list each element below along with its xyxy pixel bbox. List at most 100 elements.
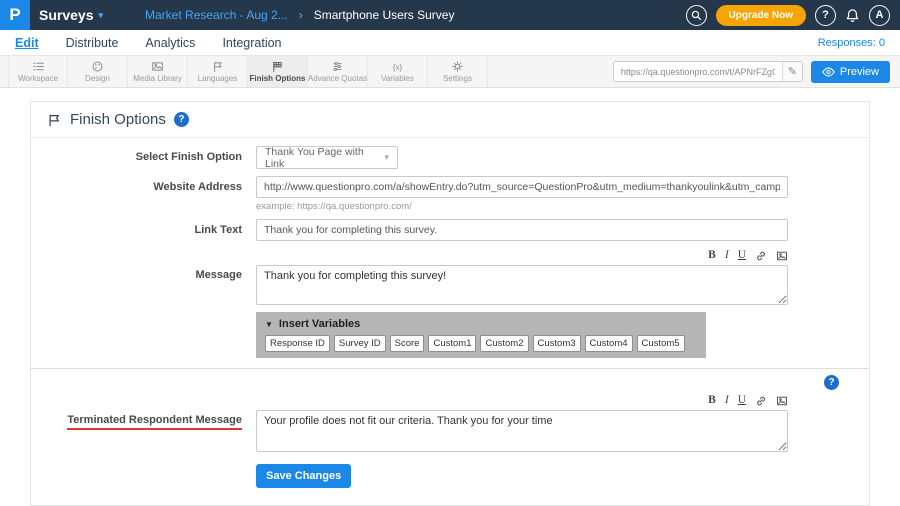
survey-url-input[interactable] xyxy=(614,62,782,81)
eye-icon xyxy=(822,67,835,77)
terminated-help-icon[interactable]: ? xyxy=(824,375,839,390)
top-bar: P Surveys ▾ Market Research - Aug 2... ›… xyxy=(0,0,900,30)
variable-button-custom2[interactable]: Custom2 xyxy=(480,335,528,352)
survey-url-box: ✎ xyxy=(613,61,803,82)
preview-label: Preview xyxy=(840,66,879,78)
design-icon xyxy=(91,60,104,73)
page-title: Finish Options xyxy=(70,111,166,128)
toolbar-right: ✎ Preview xyxy=(613,56,900,87)
page-content: Finish Options ? Select Finish Option Th… xyxy=(0,88,900,506)
italic-button[interactable]: I xyxy=(725,395,729,407)
toolbar-item-label: Variables xyxy=(381,74,414,83)
responses-count: Responses: 0 xyxy=(818,37,885,49)
terminated-message-textarea[interactable]: Your profile does not fit our criteria. … xyxy=(256,410,788,452)
surveys-product-menu[interactable]: Surveys ▾ xyxy=(39,7,103,23)
card-header: Finish Options ? xyxy=(31,102,869,138)
toolbar-item-media-library[interactable]: Media Library xyxy=(128,56,188,87)
link-text-input[interactable] xyxy=(256,219,788,241)
toolbar-item-design[interactable]: Design xyxy=(68,56,128,87)
toolbar-item-languages[interactable]: Languages xyxy=(188,56,248,87)
questionpro-logo[interactable]: P xyxy=(0,0,30,30)
toolbar-item-label: Workspace xyxy=(18,74,58,83)
breadcrumb: Market Research - Aug 2... › Smartphone … xyxy=(145,8,454,22)
advance-quotas-icon xyxy=(331,60,344,73)
toolbar-item-finish-options[interactable]: Finish Options xyxy=(248,56,308,87)
finish-options-card: Finish Options ? Select Finish Option Th… xyxy=(30,101,870,506)
help-button[interactable]: ? xyxy=(815,5,836,26)
edit-url-pencil-icon[interactable]: ✎ xyxy=(782,62,802,81)
finish-options-icon xyxy=(271,60,284,73)
link-text-label: Link Text xyxy=(31,219,256,236)
message-textarea[interactable]: Thank you for completing this survey! xyxy=(256,265,788,305)
edit-toolbar: Workspace Design Media Library Languages xyxy=(0,56,900,88)
terminated-message-row: Terminated Respondent Message B I U xyxy=(31,393,869,457)
variables-icon: {x} xyxy=(391,60,404,73)
insert-variables-toggle[interactable]: ▼ Insert Variables xyxy=(265,318,697,330)
svg-text:{x}: {x} xyxy=(393,63,403,72)
tab-integration[interactable]: Integration xyxy=(222,36,281,50)
website-address-label: Website Address xyxy=(31,176,256,193)
breadcrumb-separator: › xyxy=(299,8,303,22)
finish-options-form: Select Finish Option Thank You Page with… xyxy=(31,138,869,498)
toolbar-item-workspace[interactable]: Workspace xyxy=(8,56,68,87)
topbar-actions: Upgrade Now ? A xyxy=(686,5,900,26)
toolbar-item-label: Finish Options xyxy=(250,74,306,83)
message-row: Message B I U xyxy=(31,248,869,358)
variable-button-custom4[interactable]: Custom4 xyxy=(585,335,633,352)
underline-button[interactable]: U xyxy=(738,395,746,407)
notifications-bell-icon[interactable] xyxy=(845,8,860,23)
toolbar-item-advance-quotas[interactable]: Advance Quotas xyxy=(308,56,368,87)
select-finish-option-row: Select Finish Option Thank You Page with… xyxy=(31,146,869,169)
insert-variables-buttons: Response ID Survey ID Score Custom1 Cust… xyxy=(265,335,697,352)
search-icon xyxy=(691,10,702,21)
select-finish-option-label: Select Finish Option xyxy=(31,146,256,163)
website-address-example: example: https://qa.questionpro.com/ xyxy=(256,201,788,212)
save-changes-button[interactable]: Save Changes xyxy=(256,464,351,488)
avatar[interactable]: A xyxy=(869,5,890,26)
toolbar-item-settings[interactable]: Settings xyxy=(428,56,488,87)
link-text-row: Link Text xyxy=(31,219,869,241)
tab-analytics[interactable]: Analytics xyxy=(145,36,195,50)
insert-variables-panel: ▼ Insert Variables Response ID Survey ID… xyxy=(256,312,706,358)
variable-button-custom3[interactable]: Custom3 xyxy=(533,335,581,352)
upgrade-now-button[interactable]: Upgrade Now xyxy=(716,5,806,26)
italic-button[interactable]: I xyxy=(725,250,729,262)
finish-option-select[interactable]: Thank You Page with Link ▾ xyxy=(256,146,398,169)
link-icon[interactable] xyxy=(755,250,767,262)
caret-down-icon: ▼ xyxy=(265,320,273,329)
bold-button[interactable]: B xyxy=(708,250,716,262)
toolbar-item-label: Media Library xyxy=(133,74,181,83)
bold-button[interactable]: B xyxy=(708,395,716,407)
variable-button-survey-id[interactable]: Survey ID xyxy=(334,335,386,352)
variable-button-custom5[interactable]: Custom5 xyxy=(637,335,685,352)
tab-bar: Edit Distribute Analytics Integration Re… xyxy=(0,30,900,56)
toolbar-item-variables[interactable]: {x} Variables xyxy=(368,56,428,87)
terminated-message-label: Terminated Respondent Message xyxy=(67,414,242,430)
toolbar-item-label: Languages xyxy=(198,74,238,83)
finish-options-help-icon[interactable]: ? xyxy=(174,112,189,127)
underline-button[interactable]: U xyxy=(738,250,746,262)
variable-button-response-id[interactable]: Response ID xyxy=(265,335,330,352)
variable-button-score[interactable]: Score xyxy=(390,335,425,352)
breadcrumb-survey-name: Smartphone Users Survey xyxy=(314,8,455,22)
image-icon[interactable] xyxy=(776,395,788,407)
preview-button[interactable]: Preview xyxy=(811,61,890,83)
workspace-icon xyxy=(32,60,45,73)
section-divider xyxy=(31,368,869,369)
tab-distribute[interactable]: Distribute xyxy=(66,36,119,50)
product-label: Surveys xyxy=(39,7,93,23)
image-icon[interactable] xyxy=(776,250,788,262)
link-icon[interactable] xyxy=(755,395,767,407)
toolbar-item-label: Design xyxy=(85,74,110,83)
insert-variables-title: Insert Variables xyxy=(279,318,360,330)
finish-option-selected-value: Thank You Page with Link xyxy=(265,146,384,170)
search-button[interactable] xyxy=(686,5,707,26)
terminated-section-help: ? xyxy=(31,375,869,390)
tab-edit[interactable]: Edit xyxy=(15,36,39,50)
website-address-input[interactable] xyxy=(256,176,788,198)
media-library-icon xyxy=(151,60,164,73)
toolbar-item-label: Advance Quotas xyxy=(308,74,367,83)
variable-button-custom1[interactable]: Custom1 xyxy=(428,335,476,352)
breadcrumb-project-link[interactable]: Market Research - Aug 2... xyxy=(145,8,288,22)
finish-flag-icon xyxy=(47,113,62,127)
